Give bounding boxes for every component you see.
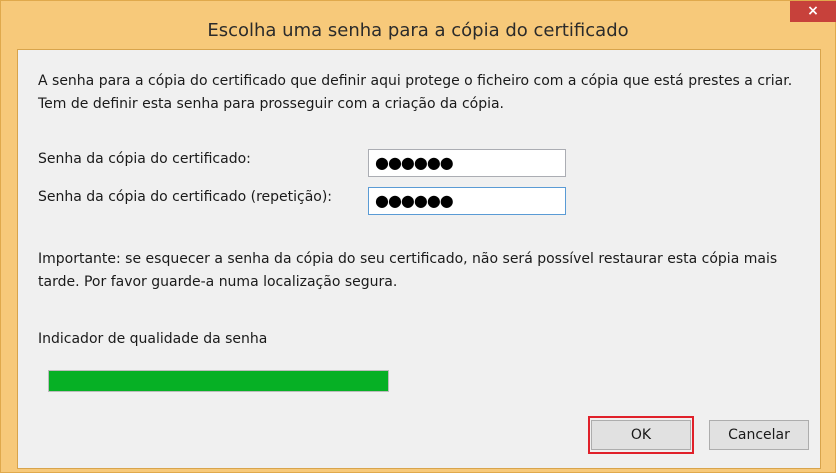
intro-text: A senha para a cópia do certificado que … bbox=[38, 73, 793, 112]
password-quality-bar bbox=[48, 370, 389, 392]
close-button[interactable]: × bbox=[790, 1, 836, 22]
ok-button[interactable]: OK bbox=[591, 420, 691, 450]
password-quality-fill bbox=[49, 371, 388, 391]
quality-indicator-label: Indicador de qualidade da senha bbox=[38, 331, 268, 347]
password-field[interactable]: ●●●●●● bbox=[368, 149, 566, 177]
password-label: Senha da cópia do certificado: bbox=[38, 151, 251, 167]
important-notice: Importante: se esquecer a senha da cópia… bbox=[38, 251, 778, 290]
cancel-button[interactable]: Cancelar bbox=[709, 420, 809, 450]
close-icon: × bbox=[807, 3, 819, 19]
title-bar[interactable]: Escolha uma senha para a cópia do certif… bbox=[1, 1, 836, 47]
password-repeat-field[interactable]: ●●●●●● bbox=[368, 187, 566, 215]
dialog-window: Escolha uma senha para a cópia do certif… bbox=[0, 0, 836, 473]
dialog-body: A senha para a cópia do certificado que … bbox=[17, 49, 821, 469]
window-title: Escolha uma senha para a cópia do certif… bbox=[207, 20, 629, 41]
password-repeat-label: Senha da cópia do certificado (repetição… bbox=[38, 189, 333, 205]
